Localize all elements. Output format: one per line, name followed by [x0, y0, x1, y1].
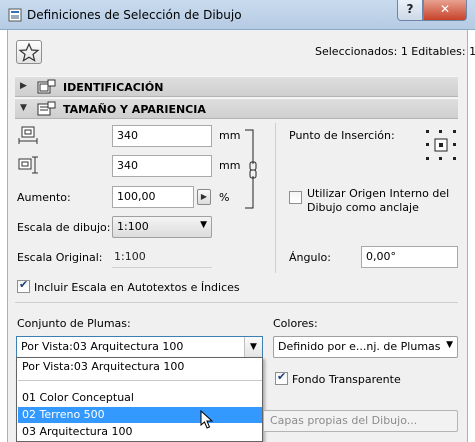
width-icon: [18, 126, 38, 144]
anchor-point-icon[interactable]: [424, 128, 458, 162]
title-bar: Definiciones de Selección de Dibujo ? ✕: [0, 0, 475, 30]
chain-link-icon[interactable]: [243, 128, 263, 210]
section-title: TAMAÑO Y APARIENCIA: [63, 103, 206, 116]
dropdown-separator: [18, 380, 262, 381]
plumas-selected-value: Por Vista:03 Arquitectura 100: [21, 340, 184, 353]
angulo-input[interactable]: 0,00°: [361, 246, 458, 268]
incluir-escala-checkbox[interactable]: [17, 278, 30, 293]
plumas-dropdown-list: Por Vista:03 Arquitectura 100 01 Color C…: [16, 357, 263, 442]
triangle-right-icon: ▶: [200, 192, 208, 201]
chevron-down-icon: ▼: [20, 103, 27, 113]
section-title: IDENTIFICACIÓN: [63, 81, 164, 94]
help-button[interactable]: ?: [397, 0, 423, 21]
height-unit: mm: [219, 159, 241, 172]
height-input[interactable]: 340: [112, 155, 212, 177]
fondo-transparente-label: Fondo Transparente: [292, 373, 401, 386]
app-icon: [8, 8, 22, 22]
dropdown-option[interactable]: 01 Color Conceptual: [18, 390, 262, 406]
escala-dibujo-value: 1:100: [117, 220, 149, 233]
escala-original-label: Escala Original:: [17, 251, 103, 264]
escala-dibujo-label: Escala de dibujo:: [17, 221, 111, 234]
size-appearance-icon: [37, 101, 56, 116]
aumento-unit: %: [219, 191, 230, 204]
aumento-stepper[interactable]: ▶: [197, 189, 211, 205]
origen-interno-label-1: Utilizar Origen Interno del: [307, 187, 450, 200]
close-button[interactable]: ✕: [423, 0, 467, 21]
star-icon: [18, 42, 40, 62]
favorites-button[interactable]: [16, 40, 42, 64]
mouse-cursor-icon: [200, 410, 214, 429]
identification-icon: [37, 79, 56, 94]
section-identificacion[interactable]: ▶ IDENTIFICACIÓN: [15, 76, 458, 97]
plumas-select[interactable]: Por Vista:03 Arquitectura 100 ▼: [16, 336, 263, 358]
height-icon: [18, 156, 38, 174]
dropdown-option[interactable]: Por Vista:03 Arquitectura 100: [18, 359, 262, 375]
chevron-down-icon: ▼: [446, 340, 453, 350]
plumas-label: Conjunto de Plumas:: [17, 317, 131, 330]
chevron-right-icon: ▶: [20, 81, 27, 91]
dropdown-option[interactable]: 03 Arquitectura 100: [18, 424, 262, 440]
origen-interno-label-2: Dibujo como anclaje: [307, 201, 419, 214]
width-unit: mm: [219, 129, 241, 142]
colores-value: Definido por e...nj. de Plumas: [278, 340, 441, 353]
divider: [15, 302, 458, 303]
aumento-label: Aumento:: [17, 191, 71, 204]
incluir-escala-label: Incluir Escala en Autotextos e Índices: [34, 281, 240, 294]
punto-insercion-label: Punto de Inserción:: [289, 129, 395, 142]
section-tamano-apariencia[interactable]: ▼ TAMAÑO Y APARIENCIA: [15, 98, 458, 119]
divider: [275, 123, 276, 273]
angulo-label: Ángulo:: [289, 251, 331, 264]
colores-label: Colores:: [273, 317, 318, 330]
capas-propias-button[interactable]: Capas propias del Dibujo...: [263, 410, 458, 432]
chevron-down-icon: ▼: [200, 220, 207, 230]
origen-interno-checkbox[interactable]: [289, 191, 302, 204]
fondo-transparente-checkbox[interactable]: [275, 370, 288, 385]
selection-info: Seleccionados: 1 Editables: 1: [315, 45, 475, 58]
dropdown-option-highlighted[interactable]: 02 Terreno 500: [18, 407, 262, 423]
width-input[interactable]: 340: [112, 125, 212, 147]
chevron-down-icon[interactable]: ▼: [244, 337, 262, 357]
escala-original-value: 1:100: [112, 246, 212, 268]
colores-select[interactable]: Definido por e...nj. de Plumas ▼: [273, 336, 458, 358]
window-title: Definiciones de Selección de Dibujo: [27, 8, 242, 22]
aumento-input[interactable]: 100,00: [112, 186, 194, 208]
escala-dibujo-select[interactable]: 1:100 ▼: [112, 216, 212, 238]
